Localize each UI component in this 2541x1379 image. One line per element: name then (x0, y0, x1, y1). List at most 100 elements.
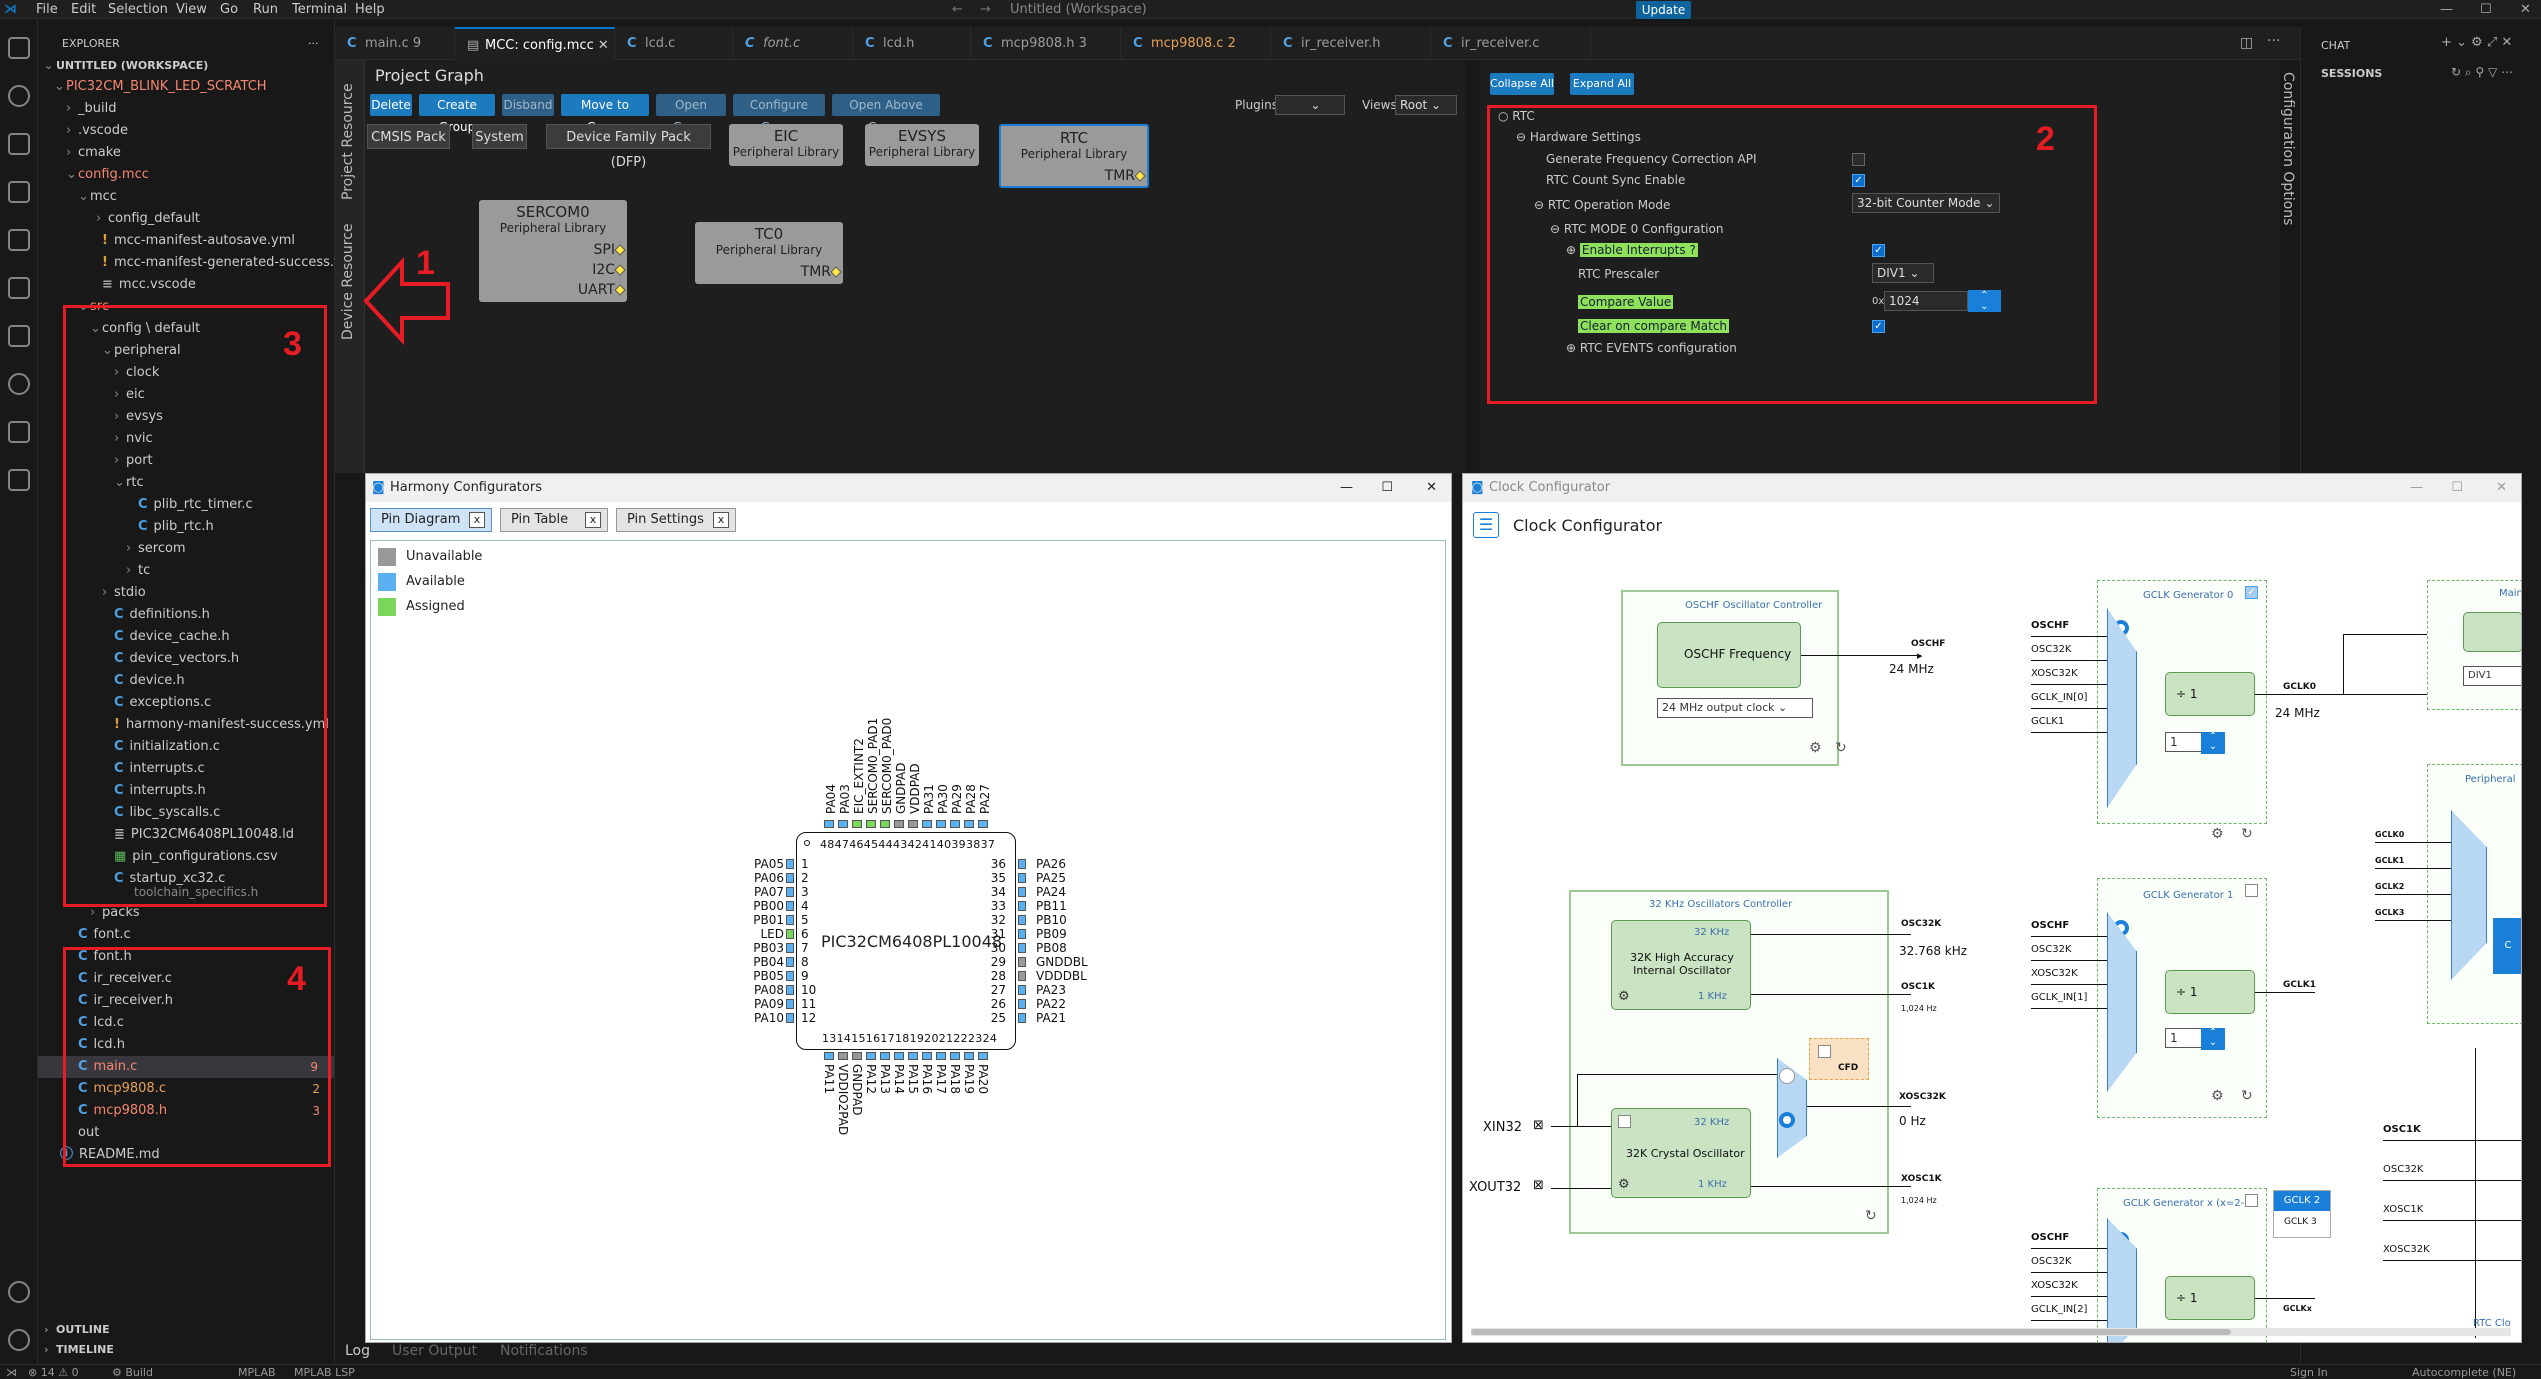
menu-help[interactable]: Help (355, 2, 385, 17)
gen1-settings-gear-icon[interactable]: ⚙ (2211, 1088, 2224, 1104)
menu-edit[interactable]: Edit (71, 2, 96, 17)
top-pin-box[interactable] (880, 820, 890, 828)
oschf-settings-gear-icon[interactable]: ⚙ (1809, 740, 1822, 756)
clear-on-compare-checkbox[interactable]: ✓ (1872, 320, 1885, 333)
tab-ir-receiver-h[interactable]: Cir_receiver.h (1271, 27, 1431, 60)
clock-hscrollbar[interactable] (1471, 1328, 2511, 1336)
menu-view[interactable]: View (176, 2, 207, 17)
main-clock-divider[interactable] (2463, 612, 2521, 652)
clock-minimize-icon[interactable]: — (2410, 474, 2423, 502)
timeline-section[interactable]: › TIMELINE (44, 1339, 114, 1361)
open-group-button[interactable]: Open Group (656, 94, 726, 134)
left-pin-box[interactable] (786, 929, 794, 939)
sign-in-status[interactable]: Sign In (2290, 1366, 2328, 1379)
right-pin-box[interactable] (1018, 943, 1026, 953)
bottom-pin-box[interactable] (964, 1052, 974, 1060)
tree-mcc[interactable]: ⌄mcc (78, 186, 117, 208)
account-icon[interactable] (8, 1281, 30, 1303)
gen0-settings-gear-icon[interactable]: ⚙ (2211, 826, 2224, 842)
editor-more-icon[interactable]: ··· (2267, 33, 2280, 49)
pin-table-tab[interactable]: Pin Table x (500, 508, 608, 532)
bottom-pin-box[interactable] (908, 1052, 918, 1060)
remote-explorer-icon[interactable] (8, 229, 30, 251)
collapse-all-button[interactable]: Collapse All (1490, 73, 1554, 95)
project-resource-tab[interactable]: Project Resource (340, 83, 356, 200)
osc32k-gear-icon[interactable]: ⚙ (1618, 989, 1630, 1004)
update-button[interactable]: Update (1636, 1, 1691, 19)
bottom-pin-box[interactable] (936, 1052, 946, 1060)
open-above-group-button[interactable]: Open Above Group (832, 94, 940, 134)
clock-close-icon[interactable]: ✕ (2496, 474, 2507, 502)
cfd-box[interactable]: CFD (1809, 1038, 1869, 1080)
right-pin-box[interactable] (1018, 859, 1026, 869)
cfg-operation-mode[interactable]: ⊖ RTC Operation Mode (1534, 195, 1670, 215)
left-pin-box[interactable] (786, 873, 794, 883)
outline-section[interactable]: › OUTLINE (44, 1319, 110, 1341)
top-pin-box[interactable] (894, 820, 904, 828)
tree-manifest-generated[interactable]: ! mcc-manifest-generated-success.yml (102, 252, 358, 274)
gen0-divider[interactable]: ÷ 1 (2165, 672, 2255, 716)
right-pin-box[interactable] (1018, 971, 1026, 981)
problems-count[interactable]: ⊗ 14 ⚠ 0 (28, 1366, 79, 1379)
tree-mcc-vscode[interactable]: ≡ mcc.vscode (102, 274, 196, 296)
osc32k-internal-box[interactable]: 32 KHz 32K High Accuracy Internal Oscill… (1611, 920, 1751, 1010)
right-pin-box[interactable] (1018, 901, 1026, 911)
gclk-genx-enable[interactable] (2245, 1194, 2258, 1207)
bottom-pin-box[interactable] (978, 1052, 988, 1060)
rtc-block[interactable]: RTC Peripheral Library TMR (999, 124, 1149, 188)
left-pin-box[interactable] (786, 971, 794, 981)
clock-maximize-icon[interactable]: ☐ (2451, 474, 2463, 502)
right-pin-box[interactable] (1018, 929, 1026, 939)
configuration-options-tab[interactable]: Configuration Options (2280, 72, 2296, 225)
search-icon[interactable] (8, 85, 30, 107)
bottom-pin-box[interactable] (894, 1052, 904, 1060)
python-icon[interactable] (8, 373, 30, 395)
minimize-icon[interactable]: — (2440, 2, 2453, 17)
right-pin-box[interactable] (1018, 1013, 1026, 1023)
oschf-frequency-box[interactable]: OSCHF Frequency (1657, 622, 1801, 688)
bottom-pin-box[interactable] (950, 1052, 960, 1060)
tab-font-c[interactable]: Cfont.c (733, 27, 853, 60)
create-group-button[interactable]: Create Group (419, 94, 495, 134)
osc32k-reset-icon[interactable]: ↻ (1865, 1208, 1877, 1224)
operation-mode-select[interactable]: 32-bit Counter Mode ⌄ (1852, 193, 2000, 213)
left-pin-box[interactable] (786, 985, 794, 995)
tab-lcd-c[interactable]: Clcd.c (615, 27, 733, 60)
tab-lcd-h[interactable]: Clcd.h (853, 27, 971, 60)
right-pin-box[interactable] (1018, 957, 1026, 967)
crystal-osc-box[interactable]: 32 KHz 32K Crystal Oscillator 1 KHz ⚙ (1611, 1108, 1751, 1198)
hamburger-menu-icon[interactable]: ☰ (1473, 512, 1499, 538)
tab-ir-receiver-c[interactable]: Cir_receiver.c (1431, 27, 1591, 60)
right-pin-box[interactable] (1018, 915, 1026, 925)
disband-button[interactable]: Disband (502, 94, 554, 116)
tree-cmake[interactable]: › cmake (66, 142, 121, 164)
gclk-gen1-enable[interactable] (2245, 884, 2258, 897)
cfg-events-config[interactable]: ⊕ RTC EVENTS configuration (1566, 338, 1737, 358)
pin-settings-tab[interactable]: Pin Settings x (616, 508, 736, 532)
bottom-pin-box[interactable] (852, 1052, 862, 1060)
more-actions-icon[interactable]: ··· (308, 33, 319, 55)
testing-icon[interactable] (8, 325, 30, 347)
forward-arrow-icon[interactable]: → (980, 2, 991, 17)
split-editor-icon[interactable]: ◫ (2240, 35, 2253, 51)
run-debug-icon[interactable] (8, 181, 30, 203)
mplab-icon[interactable] (8, 421, 30, 443)
gen1-divider[interactable]: ÷ 1 (2165, 970, 2255, 1014)
cfg-rtc[interactable]: ○ RTC (1498, 106, 1535, 126)
tab-mcp9808-h[interactable]: Cmcp9808.h 3 (971, 27, 1121, 60)
left-pin-box[interactable] (786, 1013, 794, 1023)
harmony-close-icon[interactable]: ✕ (1426, 474, 1437, 502)
configure-group-button[interactable]: Configure Group (733, 94, 825, 134)
enable-interrupts-checkbox[interactable]: ✓ (1872, 244, 1885, 257)
cfg-enable-interrupts[interactable]: ⊕ Enable Interrupts ? (1566, 240, 1698, 260)
autocomplete-status[interactable]: Autocomplete (NE) (2412, 1366, 2516, 1379)
top-pin-box[interactable] (838, 820, 848, 828)
tab-mcp9808-c[interactable]: Cmcp9808.c 2 (1121, 27, 1271, 60)
compare-value-spinner[interactable]: ⌃ ⌄ (1968, 290, 2001, 312)
notifications-tab[interactable]: Notifications (500, 1343, 588, 1359)
harmony-maximize-icon[interactable]: ☐ (1381, 474, 1393, 502)
xosc-radio-1[interactable] (1779, 1068, 1795, 1084)
bottom-pin-box[interactable] (838, 1052, 848, 1060)
peripheral-config-button[interactable]: C (2493, 918, 2521, 974)
chat-actions-icons[interactable]: + ⌄ ⚙ ⤢ ✕ (2441, 35, 2512, 50)
